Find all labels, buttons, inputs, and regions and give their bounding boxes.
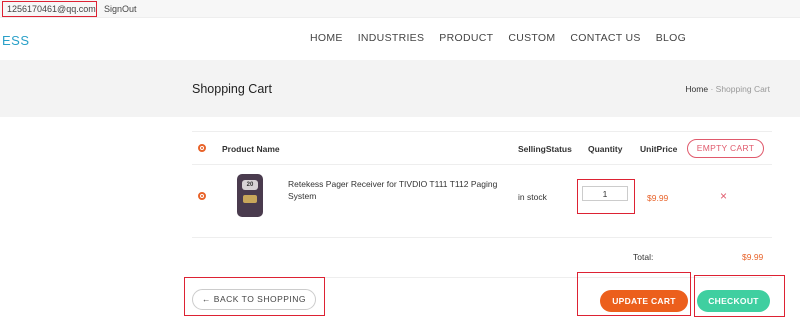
- nav-item-custom[interactable]: CUSTOM: [508, 32, 555, 44]
- empty-cart-button[interactable]: EMPTY CART: [687, 139, 764, 158]
- product-thumbnail[interactable]: 20: [237, 174, 263, 217]
- breadcrumb-separator: ·: [710, 84, 714, 94]
- back-to-shopping-button[interactable]: ← BACK TO SHOPPING: [192, 289, 316, 310]
- header-product-name: Product Name: [222, 144, 280, 154]
- site-logo[interactable]: ESS: [2, 33, 30, 48]
- nav-item-blog[interactable]: BLOG: [656, 32, 686, 44]
- header-quantity: Quantity: [588, 144, 623, 154]
- header-unit-price: UnitPrice: [640, 144, 678, 154]
- table-row: 20 Retekess Pager Receiver for TIVDIO T1…: [192, 165, 772, 238]
- nav-item-product[interactable]: PRODUCT: [439, 32, 493, 44]
- header-selling-status: SellingStatus: [518, 144, 572, 154]
- checkout-button[interactable]: CHECKOUT: [697, 290, 770, 312]
- main-nav: ESS HOME INDUSTRIES PRODUCT CUSTOM CONTA…: [0, 18, 800, 60]
- page-header: Shopping Cart Home · Shopping Cart: [0, 60, 800, 117]
- top-bar: 1256170461@qq.com SignOut: [0, 0, 800, 18]
- nav-item-contact-us[interactable]: CONTACT US: [570, 32, 640, 44]
- unit-price: $9.99: [647, 193, 669, 203]
- signout-link[interactable]: SignOut: [104, 4, 137, 14]
- nav-item-industries[interactable]: INDUSTRIES: [358, 32, 425, 44]
- nav-menu: HOME INDUSTRIES PRODUCT CUSTOM CONTACT U…: [310, 32, 701, 44]
- breadcrumb: Home · Shopping Cart: [685, 84, 770, 94]
- page-title: Shopping Cart: [192, 82, 272, 96]
- product-name-link[interactable]: Retekess Pager Receiver for TIVDIO T111 …: [288, 178, 503, 202]
- breadcrumb-current: Shopping Cart: [715, 84, 770, 94]
- nav-item-home[interactable]: HOME: [310, 32, 343, 44]
- cart-header-row: Product Name SellingStatus Quantity Unit…: [192, 131, 772, 165]
- quantity-input[interactable]: [582, 186, 628, 201]
- user-email: 1256170461@qq.com: [2, 1, 97, 17]
- selling-status: in stock: [518, 192, 547, 202]
- update-cart-button[interactable]: UPDATE CART: [600, 290, 688, 312]
- total-label: Total:: [633, 252, 654, 262]
- thumbnail-screen: 20: [242, 180, 258, 190]
- item-select-radio[interactable]: [198, 192, 206, 200]
- select-all-radio[interactable]: [198, 144, 206, 152]
- total-value: $9.99: [742, 252, 764, 262]
- remove-item-icon[interactable]: ×: [720, 189, 727, 203]
- thumbnail-logo: [243, 195, 257, 203]
- breadcrumb-home[interactable]: Home: [685, 84, 708, 94]
